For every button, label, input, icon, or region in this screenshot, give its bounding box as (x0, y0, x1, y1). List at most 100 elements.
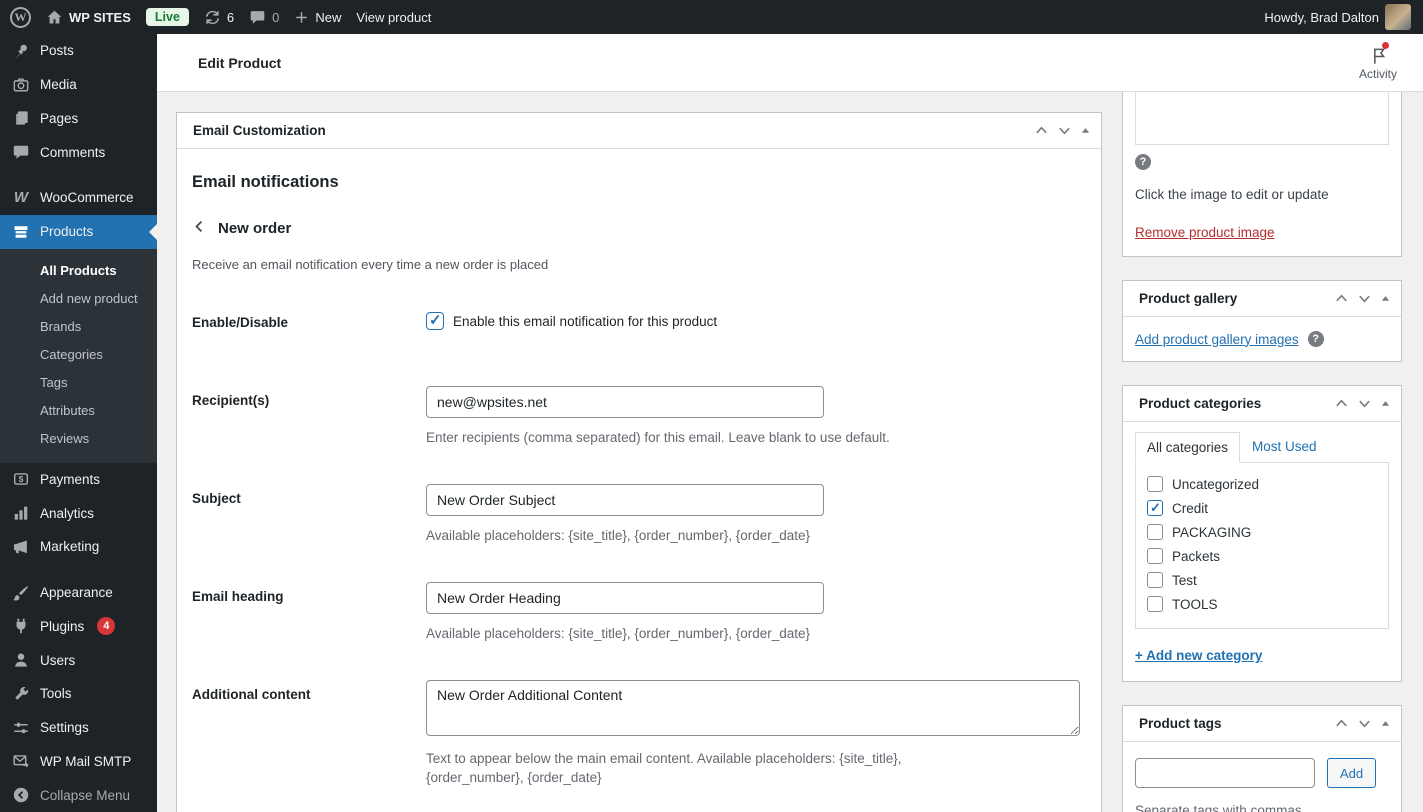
submenu-all-products[interactable]: All Products (0, 257, 157, 285)
help-icon[interactable]: ? (1135, 154, 1151, 170)
updates-link[interactable]: 6 (204, 9, 234, 26)
product-gallery-header[interactable]: Product gallery (1123, 281, 1401, 317)
move-down-icon[interactable] (1357, 396, 1372, 411)
sidebar-item-appearance[interactable]: Appearance (0, 576, 157, 610)
comments-count: 0 (272, 9, 280, 25)
category-checkbox[interactable] (1147, 572, 1163, 588)
submenu-categories[interactable]: Categories (0, 341, 157, 369)
sidebar-item-plugins[interactable]: Plugins 4 (0, 610, 157, 644)
sidebar-item-settings[interactable]: Settings (0, 711, 157, 745)
toggle-panel-icon[interactable] (1080, 125, 1091, 136)
site-name-link[interactable]: WP SITES (46, 9, 131, 26)
product-image-thumbnail[interactable] (1135, 92, 1389, 145)
product-categories-metabox: Product categories All categories Most U… (1122, 385, 1402, 682)
add-new-category-link[interactable]: + Add new category (1135, 648, 1262, 663)
add-tag-button[interactable]: Add (1327, 758, 1377, 788)
category-item[interactable]: Test (1147, 572, 1377, 588)
move-down-icon[interactable] (1357, 716, 1372, 731)
sidebar-item-products[interactable]: Products (0, 214, 157, 249)
category-checkbox[interactable] (1147, 548, 1163, 564)
category-item[interactable]: Credit (1147, 500, 1377, 516)
page-header: Edit Product Activity (157, 34, 1423, 92)
recipients-input[interactable] (426, 386, 824, 418)
enable-checkbox[interactable] (426, 311, 444, 330)
category-checkbox[interactable] (1147, 596, 1163, 612)
add-gallery-images-link[interactable]: Add product gallery images (1135, 332, 1299, 347)
svg-text:$: $ (19, 474, 24, 484)
dollar-icon: $ (11, 469, 31, 489)
additional-content-textarea[interactable]: New Order Additional Content (426, 680, 1080, 736)
archive-box-icon (11, 222, 31, 242)
move-up-icon[interactable] (1334, 291, 1349, 306)
megaphone-icon (11, 537, 31, 557)
live-badge: Live (145, 8, 189, 26)
new-content-link[interactable]: New (294, 10, 341, 25)
plug-icon (11, 616, 31, 636)
collapse-icon (11, 785, 31, 805)
email-customization-header[interactable]: Email Customization (177, 113, 1101, 149)
category-checkbox[interactable] (1147, 500, 1163, 516)
category-checkbox[interactable] (1147, 476, 1163, 492)
pin-icon (11, 41, 31, 61)
subject-label: Subject (192, 491, 241, 506)
comment-icon (249, 9, 266, 26)
sidebar-item-wp-mail-smtp[interactable]: WP Mail SMTP (0, 745, 157, 779)
product-tags-metabox: Product tags Add Separate tags with comm (1122, 705, 1402, 812)
move-down-icon[interactable] (1057, 123, 1072, 138)
sidebar-item-tools[interactable]: Tools (0, 677, 157, 711)
new-label: New (315, 9, 342, 25)
category-checkbox[interactable] (1147, 524, 1163, 540)
remove-product-image-link[interactable]: Remove product image (1135, 225, 1275, 240)
sidebar-item-analytics[interactable]: Analytics (0, 496, 157, 530)
category-item[interactable]: PACKAGING (1147, 524, 1377, 540)
submenu-brands[interactable]: Brands (0, 313, 157, 341)
category-item[interactable]: Packets (1147, 548, 1377, 564)
sidebar-item-users[interactable]: Users (0, 643, 157, 677)
product-tags-header[interactable]: Product tags (1123, 706, 1401, 742)
category-item[interactable]: Uncategorized (1147, 476, 1377, 492)
move-up-icon[interactable] (1334, 396, 1349, 411)
sidebar-item-payments[interactable]: $ Payments (0, 463, 157, 497)
submenu-add-new-product[interactable]: Add new product (0, 285, 157, 313)
view-product-link[interactable]: View product (356, 10, 431, 25)
additional-content-label: Additional content (192, 687, 311, 702)
sidebar-item-marketing[interactable]: Marketing (0, 530, 157, 564)
email-heading-input[interactable] (426, 582, 824, 614)
submenu-attributes[interactable]: Attributes (0, 397, 157, 425)
toggle-panel-icon[interactable] (1380, 398, 1391, 409)
tab-all-categories[interactable]: All categories (1135, 432, 1241, 463)
sidebar-item-posts[interactable]: Posts (0, 34, 157, 68)
sidebar-item-media[interactable]: Media (0, 68, 157, 102)
new-tag-input[interactable] (1135, 758, 1315, 788)
help-icon[interactable]: ? (1307, 331, 1324, 347)
wp-logo-button[interactable]: W (10, 6, 31, 28)
metabox-title: Email Customization (193, 123, 326, 138)
collapse-menu-button[interactable]: Collapse Menu (0, 778, 157, 812)
refresh-icon (204, 9, 221, 26)
activity-button[interactable]: Activity (1353, 40, 1403, 85)
sidebar-item-pages[interactable]: Pages (0, 102, 157, 136)
move-up-icon[interactable] (1034, 123, 1049, 138)
submenu-reviews[interactable]: Reviews (0, 425, 157, 453)
move-up-icon[interactable] (1334, 716, 1349, 731)
comments-link[interactable]: 0 (249, 9, 279, 26)
activity-unread-dot (1381, 42, 1389, 49)
sidebar-item-woocommerce[interactable]: W WooCommerce (0, 181, 157, 215)
toggle-panel-icon[interactable] (1380, 718, 1391, 729)
toggle-panel-icon[interactable] (1380, 293, 1391, 304)
move-down-icon[interactable] (1357, 291, 1372, 306)
enable-disable-label: Enable/Disable (192, 315, 289, 330)
category-item[interactable]: TOOLS (1147, 596, 1377, 612)
sidebar-item-comments[interactable]: Comments (0, 135, 157, 169)
admin-bar: W WP SITES Live 6 0 New View product How… (0, 0, 1423, 34)
enable-checkbox-label: Enable this email notification for this … (453, 313, 718, 329)
my-account-link[interactable]: Howdy, Brad Dalton (1264, 4, 1411, 30)
subject-input[interactable] (426, 484, 824, 516)
back-chevron-icon[interactable] (192, 219, 207, 237)
sliders-icon (11, 718, 31, 738)
comment-icon (11, 142, 31, 162)
plus-icon (294, 10, 309, 25)
submenu-tags[interactable]: Tags (0, 369, 157, 397)
product-categories-header[interactable]: Product categories (1123, 386, 1401, 422)
tab-most-used[interactable]: Most Used (1240, 432, 1329, 462)
